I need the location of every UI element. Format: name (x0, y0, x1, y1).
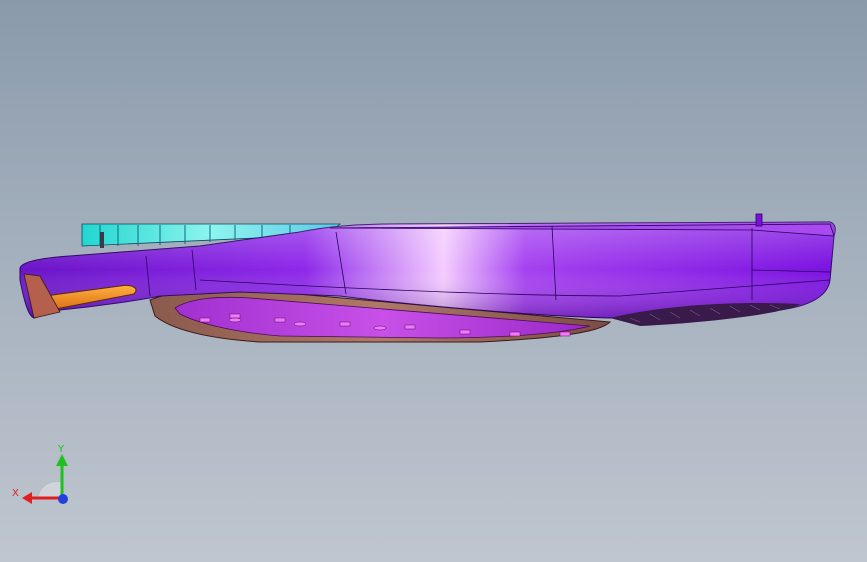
z-axis-dot (58, 494, 68, 504)
cad-3d-viewport[interactable]: Y X (0, 0, 867, 562)
x-axis-head (22, 492, 32, 504)
orientation-triad[interactable]: Y X (10, 440, 80, 510)
street-light-model[interactable] (0, 0, 867, 562)
y-axis-label: Y (57, 444, 65, 455)
triad-plane (37, 481, 63, 499)
x-axis-label: X (12, 488, 19, 499)
y-axis-head (56, 454, 68, 466)
mount-post (755, 213, 763, 227)
